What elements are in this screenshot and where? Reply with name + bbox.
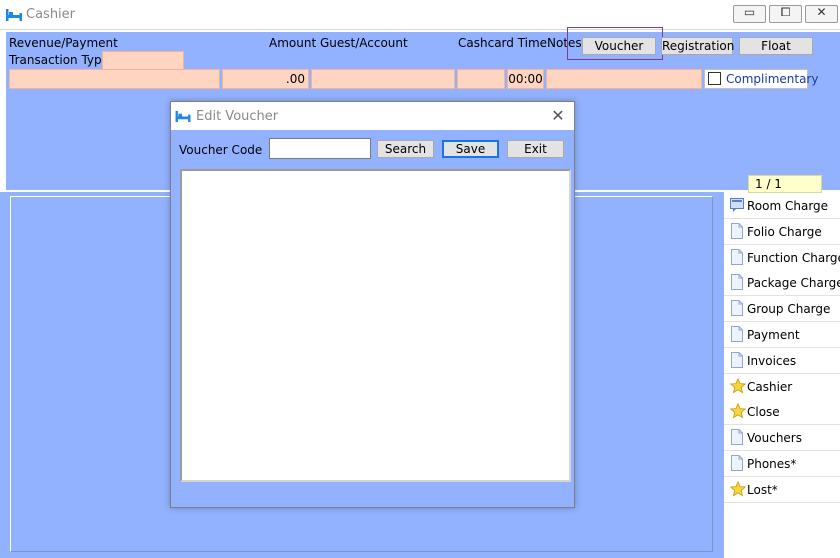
notes-field[interactable] xyxy=(546,69,702,89)
sidebar-item-package-charge[interactable]: Package Charge xyxy=(724,270,840,297)
dialog-close-icon[interactable]: ✕ xyxy=(549,107,567,125)
sidebar-item-function-charge[interactable]: Function Charge xyxy=(724,244,840,271)
voucher-list[interactable] xyxy=(180,169,571,482)
minimize-icon: ▭ xyxy=(743,5,756,19)
transaction-type-label: Transaction Type xyxy=(9,53,110,67)
document-icon xyxy=(730,300,744,317)
sidebar-item-label: Folio Charge xyxy=(747,224,822,239)
dialog-title: Edit Voucher xyxy=(196,109,279,124)
search-button[interactable]: Search xyxy=(377,140,434,158)
complimentary-container: Complimentary xyxy=(704,69,818,89)
transaction-type-field[interactable] xyxy=(102,51,184,70)
voucher-code-input[interactable] xyxy=(269,138,371,159)
maximize-icon: ⧠ xyxy=(780,5,791,19)
revenue-payment-field[interactable] xyxy=(9,69,220,89)
close-icon: ✕ xyxy=(816,5,827,19)
sidebar-item-folio-charge[interactable]: Folio Charge xyxy=(724,218,840,245)
minimize-button[interactable]: ▭ xyxy=(733,5,766,23)
page-indicator: 1 / 1 xyxy=(748,175,822,193)
amount-field[interactable]: .00 xyxy=(222,69,309,89)
document-icon xyxy=(730,248,744,265)
complimentary-label: Complimentary xyxy=(726,72,819,86)
action-sidebar: Room Charge Folio Charge Function Charge Pa… xyxy=(724,193,840,558)
close-button[interactable]: ✕ xyxy=(805,5,838,23)
exit-button[interactable]: Exit xyxy=(507,140,564,158)
star-icon xyxy=(729,480,747,497)
sidebar-item-cashier[interactable]: Cashier xyxy=(724,373,840,400)
voucher-button[interactable]: Voucher xyxy=(582,37,656,55)
sidebar-item-phones[interactable]: Phones* xyxy=(724,451,840,477)
star-icon xyxy=(729,377,747,394)
window-title: Cashier xyxy=(26,7,76,22)
document-icon xyxy=(730,222,744,239)
sidebar-item-label: Package Charge xyxy=(747,276,840,291)
amount-guest-account-label: Amount Guest/Account xyxy=(269,36,408,50)
registration-button[interactable]: Registration xyxy=(661,37,734,55)
document-icon xyxy=(730,429,744,446)
document-icon xyxy=(730,351,744,368)
sidebar-item-label: Room Charge xyxy=(747,199,829,213)
bed-icon xyxy=(175,110,191,123)
sidebar-item-label: Function Charge xyxy=(747,250,840,265)
room-charge-icon xyxy=(730,197,744,213)
sidebar-item-label: Invoices xyxy=(747,353,797,368)
sidebar-item-vouchers[interactable]: Vouchers xyxy=(724,425,840,452)
bed-icon xyxy=(6,9,22,21)
sidebar-item-label: Vouchers xyxy=(747,431,802,446)
sidebar-item-payment[interactable]: Payment xyxy=(724,322,840,348)
guest-account-field[interactable] xyxy=(311,69,455,89)
sidebar-item-group-charge[interactable]: Group Charge xyxy=(724,296,840,323)
sidebar-item-label: Close xyxy=(747,405,780,420)
sidebar-item-invoices[interactable]: Invoices xyxy=(724,347,840,374)
document-icon xyxy=(730,455,744,471)
window-title-bar: Cashier ▭ ⧠ ✕ xyxy=(0,0,840,30)
document-icon xyxy=(730,326,744,342)
sidebar-item-label: Group Charge xyxy=(747,302,831,317)
revenue-payment-label: Revenue/Payment xyxy=(9,36,118,50)
voucher-code-label: Voucher Code xyxy=(179,143,263,157)
sidebar-item-label: Lost* xyxy=(747,482,778,497)
cashcard-time-label: Cashcard Time xyxy=(458,36,548,50)
sidebar-item-label: Cashier xyxy=(747,379,793,394)
dialog-title-bar: Edit Voucher ✕ xyxy=(171,102,574,130)
maximize-button[interactable]: ⧠ xyxy=(769,5,802,23)
sidebar-item-label: Payment xyxy=(747,328,800,342)
sidebar-item-room-charge[interactable]: Room Charge xyxy=(724,193,840,219)
save-button[interactable]: Save xyxy=(442,140,499,158)
sidebar-item-label: Phones* xyxy=(747,457,797,471)
sidebar-item-lost[interactable]: Lost* xyxy=(724,476,840,503)
edit-voucher-dialog: Edit Voucher ✕ Voucher Code Search Save … xyxy=(170,101,575,508)
star-icon xyxy=(729,403,747,419)
time-field[interactable]: 00:00 xyxy=(507,69,544,89)
document-icon xyxy=(730,274,744,291)
complimentary-checkbox[interactable] xyxy=(708,72,721,85)
float-button[interactable]: Float xyxy=(739,37,813,55)
sidebar-item-close[interactable]: Close xyxy=(724,399,840,426)
cashcard-field[interactable] xyxy=(457,69,505,89)
